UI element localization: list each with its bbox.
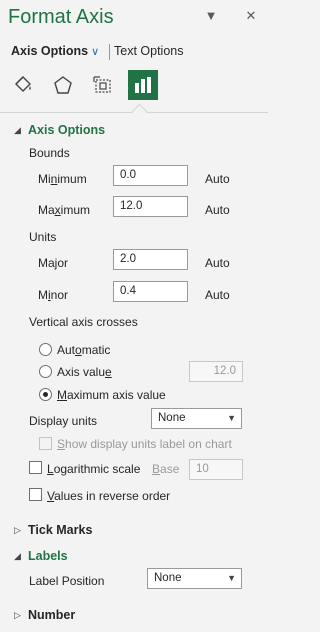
units-header: Units (29, 230, 57, 244)
tab-text-options[interactable]: Text Options (114, 44, 183, 58)
minor-label: Minor (38, 288, 69, 302)
crosses-axis-value-radio[interactable] (39, 365, 52, 378)
expand-triangle-icon[interactable]: ▷ (14, 525, 21, 536)
minor-auto-button[interactable]: Auto (205, 288, 230, 302)
crosses-automatic-radio[interactable] (39, 343, 52, 356)
collapse-triangle-icon[interactable]: ◢ (14, 125, 21, 136)
reverse-order-label: Values in reverse order (47, 489, 171, 503)
maximum-label: Maximum (38, 203, 91, 217)
label-position-value: None (154, 572, 182, 584)
minor-input[interactable]: 0.4 (113, 281, 188, 302)
display-units-label: Display units (29, 414, 98, 428)
tab-axis-options[interactable]: Axis Options ∨ (11, 44, 99, 58)
bounds-header: Bounds (29, 146, 70, 160)
chevron-down-icon: ▼ (227, 413, 236, 423)
active-tab-caret (131, 103, 148, 120)
section-tick-marks[interactable]: Tick Marks (28, 523, 92, 537)
crosses-maximum-label: Maximum axis value (57, 388, 166, 402)
log-scale-checkbox[interactable] (29, 461, 42, 474)
display-units-select[interactable]: None ▼ (151, 408, 242, 429)
crosses-maximum-radio[interactable] (39, 388, 52, 401)
label-position-select[interactable]: None ▼ (147, 568, 242, 589)
major-input[interactable]: 2.0 (113, 249, 188, 270)
minimum-input[interactable]: 0.0 (113, 165, 188, 186)
log-base-label: Base (152, 462, 180, 476)
show-units-label-checkbox[interactable] (39, 437, 52, 450)
section-labels[interactable]: Labels (28, 549, 68, 563)
fill-line-icon[interactable] (8, 70, 38, 100)
minimum-auto-button[interactable]: Auto (205, 172, 230, 186)
reverse-order-checkbox[interactable] (29, 488, 42, 501)
axis-options-icon[interactable] (128, 70, 158, 100)
pane-title: Format Axis (8, 6, 114, 28)
maximum-auto-button[interactable]: Auto (205, 203, 230, 217)
chevron-down-icon: ▼ (227, 573, 236, 583)
crosses-axis-value-label: Axis value (57, 365, 112, 379)
major-auto-button[interactable]: Auto (205, 256, 230, 270)
tab-axis-options-label: Axis Options (11, 44, 89, 58)
expand-triangle-icon[interactable]: ▷ (14, 610, 21, 621)
minimum-label: Minimum (38, 172, 87, 186)
tab-divider (109, 44, 110, 60)
log-base-input[interactable]: 10 (189, 459, 243, 480)
size-properties-icon[interactable] (88, 70, 118, 100)
chevron-down-icon: ∨ (91, 46, 100, 58)
section-number[interactable]: Number (28, 608, 75, 622)
section-axis-options[interactable]: Axis Options (28, 123, 105, 137)
collapse-triangle-icon[interactable]: ◢ (14, 551, 21, 562)
show-units-label-text: Show display units label on chart (57, 437, 232, 451)
crosses-automatic-label: Automatic (57, 343, 111, 357)
effects-icon[interactable] (48, 70, 78, 100)
crosses-axis-value-input[interactable]: 12.0 (189, 361, 243, 382)
label-position-label: Label Position (29, 574, 105, 588)
close-icon[interactable]: ✕ (243, 8, 259, 24)
maximum-input[interactable]: 12.0 (113, 196, 188, 217)
pane-options-dropdown[interactable]: ▼ (203, 8, 219, 24)
log-scale-label: Logarithmic scale (47, 462, 141, 476)
vertical-axis-crosses-header: Vertical axis crosses (29, 315, 138, 329)
major-label: Major (38, 256, 69, 270)
display-units-value: None (158, 412, 186, 424)
